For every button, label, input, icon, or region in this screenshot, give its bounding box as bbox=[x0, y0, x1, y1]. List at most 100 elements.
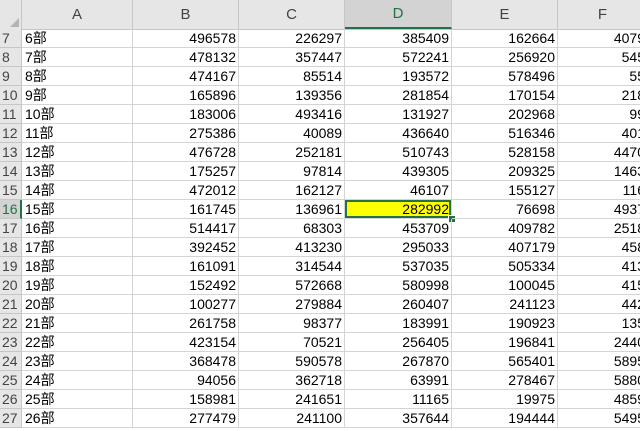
cell-c19[interactable]: 314544 bbox=[239, 257, 345, 276]
row-header-15[interactable]: 15 bbox=[0, 181, 22, 200]
cell-a23[interactable]: 22部 bbox=[22, 333, 133, 352]
cell-f12[interactable]: 401 bbox=[558, 124, 640, 143]
cell-f23[interactable]: 2440 bbox=[558, 333, 640, 352]
cell-c14[interactable]: 97814 bbox=[239, 162, 345, 181]
cell-a11[interactable]: 10部 bbox=[22, 105, 133, 124]
row-header-22[interactable]: 22 bbox=[0, 314, 22, 333]
row-header-7[interactable]: 7 bbox=[0, 29, 22, 48]
row-header-12[interactable]: 12 bbox=[0, 124, 22, 143]
cell-e16[interactable]: 76698 bbox=[452, 200, 558, 219]
cell-c13[interactable]: 252181 bbox=[239, 143, 345, 162]
cell-f27[interactable]: 5495 bbox=[558, 409, 640, 428]
column-header-b[interactable]: B bbox=[133, 0, 239, 29]
row-header-26[interactable]: 26 bbox=[0, 390, 22, 409]
cell-c25[interactable]: 362718 bbox=[239, 371, 345, 390]
cell-b27[interactable]: 277479 bbox=[133, 409, 239, 428]
cell-b22[interactable]: 261758 bbox=[133, 314, 239, 333]
cell-a21[interactable]: 20部 bbox=[22, 295, 133, 314]
cell-f22[interactable]: 135 bbox=[558, 314, 640, 333]
cell-f10[interactable]: 218 bbox=[558, 86, 640, 105]
cell-c11[interactable]: 493416 bbox=[239, 105, 345, 124]
cell-d7[interactable]: 385409 bbox=[345, 29, 452, 48]
cell-a14[interactable]: 13部 bbox=[22, 162, 133, 181]
cell-f14[interactable]: 1463 bbox=[558, 162, 640, 181]
cell-f18[interactable]: 458 bbox=[558, 238, 640, 257]
cell-c9[interactable]: 85514 bbox=[239, 67, 345, 86]
cell-d9[interactable]: 193572 bbox=[345, 67, 452, 86]
cell-a16[interactable]: 15部 bbox=[22, 200, 133, 219]
cell-e15[interactable]: 155127 bbox=[452, 181, 558, 200]
cell-b12[interactable]: 275386 bbox=[133, 124, 239, 143]
cell-c18[interactable]: 413230 bbox=[239, 238, 345, 257]
cell-b18[interactable]: 392452 bbox=[133, 238, 239, 257]
cell-a25[interactable]: 24部 bbox=[22, 371, 133, 390]
cell-e14[interactable]: 209325 bbox=[452, 162, 558, 181]
cell-c22[interactable]: 98377 bbox=[239, 314, 345, 333]
cell-b13[interactable]: 476728 bbox=[133, 143, 239, 162]
cell-b9[interactable]: 474167 bbox=[133, 67, 239, 86]
cell-d20[interactable]: 580998 bbox=[345, 276, 452, 295]
cell-a24[interactable]: 23部 bbox=[22, 352, 133, 371]
row-header-18[interactable]: 18 bbox=[0, 238, 22, 257]
cell-f13[interactable]: 4470 bbox=[558, 143, 640, 162]
column-header-e[interactable]: E bbox=[452, 0, 558, 29]
cell-b16[interactable]: 161745 bbox=[133, 200, 239, 219]
cell-c24[interactable]: 590578 bbox=[239, 352, 345, 371]
row-header-16[interactable]: 16 bbox=[0, 200, 22, 219]
cell-e20[interactable]: 100045 bbox=[452, 276, 558, 295]
cell-a9[interactable]: 8部 bbox=[22, 67, 133, 86]
cell-f9[interactable]: 55 bbox=[558, 67, 640, 86]
cell-b24[interactable]: 368478 bbox=[133, 352, 239, 371]
select-all-corner[interactable] bbox=[0, 0, 22, 29]
row-header-23[interactable]: 23 bbox=[0, 333, 22, 352]
row-header-20[interactable]: 20 bbox=[0, 276, 22, 295]
cell-e8[interactable]: 256920 bbox=[452, 48, 558, 67]
cell-b23[interactable]: 423154 bbox=[133, 333, 239, 352]
cell-d13[interactable]: 510743 bbox=[345, 143, 452, 162]
cell-a13[interactable]: 12部 bbox=[22, 143, 133, 162]
cell-a10[interactable]: 9部 bbox=[22, 86, 133, 105]
cell-d16[interactable]: 282992 bbox=[345, 200, 452, 219]
cell-b26[interactable]: 158981 bbox=[133, 390, 239, 409]
cell-e17[interactable]: 409782 bbox=[452, 219, 558, 238]
cell-e10[interactable]: 170154 bbox=[452, 86, 558, 105]
cell-e26[interactable]: 19975 bbox=[452, 390, 558, 409]
cell-a15[interactable]: 14部 bbox=[22, 181, 133, 200]
cell-b15[interactable]: 472012 bbox=[133, 181, 239, 200]
column-header-a[interactable]: A bbox=[22, 0, 133, 29]
cell-e7[interactable]: 162664 bbox=[452, 29, 558, 48]
row-header-8[interactable]: 8 bbox=[0, 48, 22, 67]
cell-f26[interactable]: 4859 bbox=[558, 390, 640, 409]
row-header-27[interactable]: 27 bbox=[0, 409, 22, 428]
row-header-19[interactable]: 19 bbox=[0, 257, 22, 276]
cell-b8[interactable]: 478132 bbox=[133, 48, 239, 67]
row-header-21[interactable]: 21 bbox=[0, 295, 22, 314]
cell-c21[interactable]: 279884 bbox=[239, 295, 345, 314]
row-header-13[interactable]: 13 bbox=[0, 143, 22, 162]
cell-f24[interactable]: 5895 bbox=[558, 352, 640, 371]
cell-b21[interactable]: 100277 bbox=[133, 295, 239, 314]
cell-b10[interactable]: 165896 bbox=[133, 86, 239, 105]
row-header-14[interactable]: 14 bbox=[0, 162, 22, 181]
cell-c12[interactable]: 40089 bbox=[239, 124, 345, 143]
cell-b14[interactable]: 175257 bbox=[133, 162, 239, 181]
cell-a19[interactable]: 18部 bbox=[22, 257, 133, 276]
cell-f7[interactable]: 4079 bbox=[558, 29, 640, 48]
cell-c20[interactable]: 572668 bbox=[239, 276, 345, 295]
cell-e22[interactable]: 190923 bbox=[452, 314, 558, 333]
cell-d12[interactable]: 436640 bbox=[345, 124, 452, 143]
spreadsheet-grid[interactable]: ABCDEF 76部496578226297385409162664407987… bbox=[0, 0, 640, 431]
cell-d24[interactable]: 267870 bbox=[345, 352, 452, 371]
cell-e21[interactable]: 241123 bbox=[452, 295, 558, 314]
cell-d25[interactable]: 63991 bbox=[345, 371, 452, 390]
cell-d27[interactable]: 357644 bbox=[345, 409, 452, 428]
cell-f19[interactable]: 413 bbox=[558, 257, 640, 276]
cell-b11[interactable]: 183006 bbox=[133, 105, 239, 124]
cell-b17[interactable]: 514417 bbox=[133, 219, 239, 238]
cell-f11[interactable]: 99 bbox=[558, 105, 640, 124]
cell-f16[interactable]: 4937 bbox=[558, 200, 640, 219]
cell-b7[interactable]: 496578 bbox=[133, 29, 239, 48]
cell-b20[interactable]: 152492 bbox=[133, 276, 239, 295]
cell-e13[interactable]: 528158 bbox=[452, 143, 558, 162]
cell-e12[interactable]: 516346 bbox=[452, 124, 558, 143]
